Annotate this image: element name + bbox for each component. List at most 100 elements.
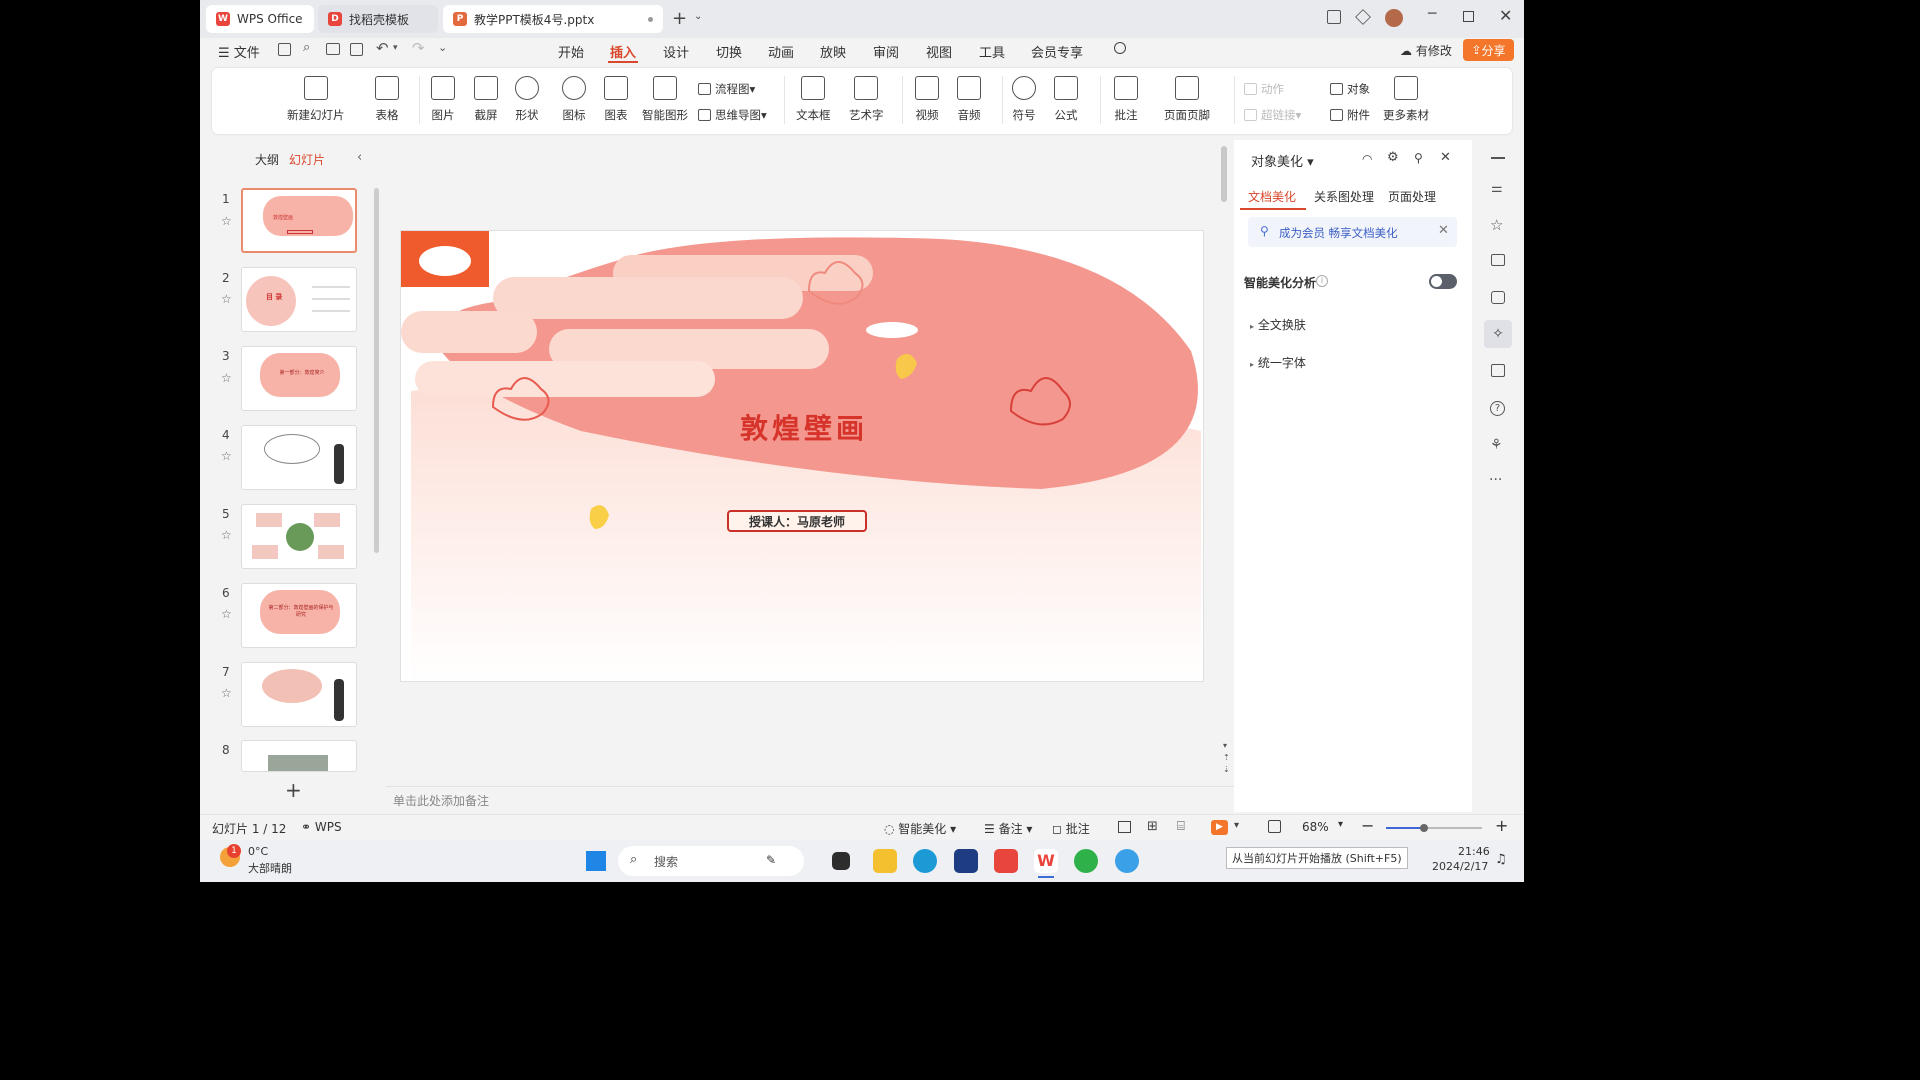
mindmap-button[interactable]: 思维导图 ▾ bbox=[698, 107, 767, 123]
member-banner[interactable]: ⚲ 成为会员 畅享文档美化 ✕ bbox=[1248, 217, 1457, 247]
edge-icon[interactable] bbox=[913, 849, 937, 873]
layout-icon[interactable] bbox=[1327, 10, 1341, 24]
undo-icon[interactable]: ↶ bbox=[376, 39, 389, 57]
pin-icon[interactable]: ⚲ bbox=[1414, 151, 1423, 165]
star-icon[interactable]: ☆ bbox=[221, 371, 232, 385]
slide-title[interactable]: 敦煌壁画 bbox=[719, 407, 889, 447]
play-options-icon[interactable]: ▾ bbox=[1234, 820, 1239, 831]
tab-pptx-file[interactable]: P 教学PPT模板4号.pptx bbox=[443, 5, 663, 33]
slide-thumb-2[interactable]: 目 录 bbox=[241, 267, 357, 332]
page-nav-icons[interactable]: ▾ ⇡ ⇣ bbox=[1223, 740, 1230, 776]
theme-indicator[interactable]: ⚭ WPS bbox=[301, 820, 342, 834]
help-icon[interactable]: ? bbox=[1490, 401, 1505, 416]
smart-analysis-toggle[interactable] bbox=[1429, 274, 1457, 289]
gift-icon[interactable]: ⚘ bbox=[1490, 437, 1503, 453]
new-slide-button[interactable]: 新建幻灯片 bbox=[287, 76, 345, 123]
slide-thumb-1[interactable]: 敦煌壁画 bbox=[241, 188, 357, 253]
fit-window-icon[interactable] bbox=[1268, 820, 1281, 833]
panel-title[interactable]: 对象美化 ▾ bbox=[1251, 151, 1314, 170]
comment-button[interactable]: 批注 bbox=[1114, 76, 1138, 123]
info-icon[interactable]: i bbox=[1316, 275, 1328, 287]
zoom-dropdown-icon[interactable]: ▾ bbox=[1338, 819, 1343, 830]
shape-button[interactable]: 形状 bbox=[515, 76, 539, 123]
play-slideshow-button[interactable]: ▶ bbox=[1211, 820, 1228, 835]
object-button[interactable]: 对象 bbox=[1330, 81, 1370, 97]
menu-insert[interactable]: 插入 bbox=[610, 42, 636, 61]
star-icon[interactable]: ☆ bbox=[221, 607, 232, 621]
print-icon[interactable] bbox=[326, 43, 340, 55]
minimize-icon[interactable]: ─ bbox=[1428, 6, 1436, 22]
symbol-button[interactable]: 符号 bbox=[1012, 76, 1036, 123]
file-menu[interactable]: ☰ 文件 bbox=[218, 42, 260, 61]
zoom-level[interactable]: 68% bbox=[1302, 820, 1329, 834]
unify-font-item[interactable]: ▸ 统一字体 bbox=[1250, 354, 1306, 371]
menu-home[interactable]: 开始 bbox=[558, 42, 584, 61]
slide-thumb-5[interactable] bbox=[241, 504, 357, 569]
redo-icon[interactable]: ↷ bbox=[412, 39, 425, 57]
chat-icon[interactable] bbox=[1491, 254, 1505, 266]
clock-time[interactable]: 21:46 bbox=[1458, 845, 1490, 858]
wps-taskbar-icon[interactable]: W bbox=[1034, 849, 1058, 873]
tab-relation[interactable]: 关系图处理 bbox=[1314, 188, 1374, 205]
brush-icon[interactable]: ⌕ bbox=[303, 40, 310, 55]
slide-thumb-8[interactable] bbox=[241, 740, 357, 772]
attachment-button[interactable]: 附件 bbox=[1330, 107, 1370, 123]
sign-icon[interactable] bbox=[1491, 291, 1505, 304]
share-button[interactable]: ⇪ 分享 bbox=[1463, 39, 1514, 61]
zoom-out-icon[interactable]: − bbox=[1361, 816, 1374, 835]
thumbnail-scrollbar[interactable] bbox=[374, 188, 379, 553]
editor-scrollbar[interactable] bbox=[1221, 146, 1227, 202]
presenter-textbox[interactable]: 授课人：马原老师 bbox=[727, 510, 867, 532]
notification-bell-icon[interactable]: ♫ bbox=[1495, 852, 1507, 867]
menu-tools[interactable]: 工具 bbox=[979, 42, 1005, 61]
tab-template[interactable]: D 找稻壳模板 bbox=[318, 5, 438, 33]
print-preview-icon[interactable] bbox=[350, 43, 363, 56]
smart-graphic-button[interactable]: 智能图形 bbox=[642, 76, 688, 123]
video-button[interactable]: 视频 bbox=[915, 76, 939, 123]
beautify-tool-icon[interactable]: ✧ bbox=[1484, 320, 1512, 348]
close-panel-icon[interactable]: ✕ bbox=[1440, 150, 1451, 165]
screenshot-button[interactable]: 截屏 bbox=[474, 76, 498, 123]
menu-member[interactable]: 会员专享 bbox=[1031, 42, 1083, 61]
slide-canvas[interactable]: 敦煌壁画 授课人：马原老师 bbox=[400, 230, 1204, 682]
star-icon[interactable]: ☆ bbox=[1490, 216, 1503, 234]
more-material-button[interactable]: 更多素材 bbox=[1383, 76, 1429, 123]
slide-thumb-3[interactable]: 第一部分：敦煌简介 bbox=[241, 346, 357, 411]
notes-area[interactable]: 单击此处添加备注 bbox=[386, 786, 1234, 812]
tab-page[interactable]: 页面处理 bbox=[1388, 188, 1436, 205]
file-explorer-icon[interactable] bbox=[873, 849, 897, 873]
action-button[interactable]: 动作 bbox=[1244, 81, 1284, 97]
formula-button[interactable]: 公式 bbox=[1054, 76, 1078, 123]
modify-status[interactable]: ☁ 有修改 bbox=[1400, 42, 1452, 59]
tab-doc-beautify[interactable]: 文档美化 bbox=[1248, 188, 1296, 205]
menu-design[interactable]: 设计 bbox=[663, 42, 689, 61]
textbox-button[interactable]: 文本框 bbox=[796, 76, 831, 123]
normal-view-icon[interactable] bbox=[1118, 821, 1131, 833]
star-icon[interactable]: ☆ bbox=[221, 686, 232, 700]
menu-slideshow[interactable]: 放映 bbox=[820, 42, 846, 61]
star-icon[interactable]: ☆ bbox=[221, 528, 232, 542]
minimize-panel-icon[interactable] bbox=[1491, 157, 1505, 159]
avatar[interactable] bbox=[1385, 9, 1403, 27]
tab-slides[interactable]: 幻灯片 bbox=[289, 151, 325, 168]
zoom-in-icon[interactable]: + bbox=[1495, 816, 1508, 835]
banner-close-icon[interactable]: ✕ bbox=[1438, 223, 1449, 238]
headset-icon[interactable]: ◠ bbox=[1362, 152, 1372, 166]
header-footer-button[interactable]: 页面页脚 bbox=[1164, 76, 1210, 123]
notes-button[interactable]: ☰ 备注 ▾ bbox=[984, 820, 1032, 837]
reskin-item[interactable]: ▸ 全文换肤 bbox=[1250, 316, 1306, 333]
menu-review[interactable]: 审阅 bbox=[873, 42, 899, 61]
zoom-slider-knob[interactable] bbox=[1420, 824, 1429, 832]
undo-dropdown-icon[interactable]: ▾ bbox=[393, 43, 398, 53]
slide-thumb-4[interactable] bbox=[241, 425, 357, 490]
table-button[interactable]: 表格 bbox=[375, 76, 399, 123]
chart-button[interactable]: 图表 bbox=[604, 76, 628, 123]
windows-start-icon[interactable] bbox=[586, 851, 606, 871]
hyperlink-button[interactable]: 超链接 ▾ bbox=[1244, 107, 1301, 123]
close-icon[interactable]: ✕ bbox=[1499, 6, 1512, 25]
wps-pdf-icon[interactable] bbox=[994, 849, 1018, 873]
add-slide-icon[interactable]: + bbox=[285, 778, 302, 802]
tab-wps-office[interactable]: W WPS Office bbox=[206, 5, 314, 33]
gear-icon[interactable]: ⚙ bbox=[1387, 150, 1399, 165]
more-dropdown-icon[interactable]: ⌄ bbox=[438, 41, 447, 54]
